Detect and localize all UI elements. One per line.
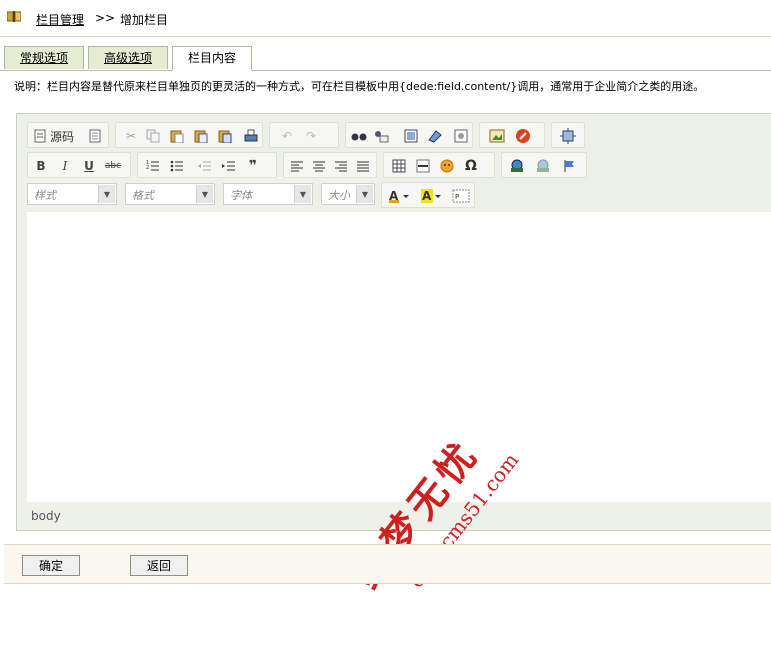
toolbar-row-1: 源码 ✂ ↶ ↷ [27, 122, 767, 148]
pagebreak-icon[interactable]: P [452, 187, 470, 205]
breadcrumb-parent-link[interactable]: 栏目管理 [36, 11, 84, 28]
book-icon [7, 11, 21, 22]
toolbar-group-maximize [551, 122, 585, 148]
chevron-down-icon: ▼ [196, 185, 213, 203]
toolbar-group-clipboard: ✂ [115, 122, 263, 148]
toolbar-group-find [345, 122, 473, 148]
toolbar-group-source: 源码 [27, 122, 109, 148]
smiley-icon[interactable] [438, 157, 456, 175]
font-placeholder: 字体 [230, 189, 252, 202]
ordered-list-icon[interactable]: 12 [144, 157, 162, 175]
align-left-icon[interactable] [288, 157, 306, 175]
breadcrumb-separator: >> [95, 11, 116, 25]
svg-text:2: 2 [146, 165, 149, 171]
unordered-list-icon[interactable] [168, 157, 186, 175]
link-icon[interactable] [508, 157, 526, 175]
editor-toolbar: 源码 ✂ ↶ ↷ B I U abc 1 2 ❞ Ω 样式 ▼ 格式 ▼ 字体 … [17, 114, 771, 210]
svg-text:P: P [455, 193, 459, 201]
paste-word-icon[interactable] [216, 127, 234, 145]
special-char-icon[interactable]: Ω [462, 157, 480, 175]
copy-icon[interactable] [144, 127, 162, 145]
italic-icon[interactable]: I [56, 157, 74, 175]
tab-content[interactable]: 栏目内容 [172, 46, 252, 71]
strike-icon[interactable]: abc [104, 157, 122, 175]
flash-icon[interactable] [514, 127, 532, 145]
paste-text-icon[interactable] [192, 127, 210, 145]
undo-icon[interactable]: ↶ [278, 127, 296, 145]
image-icon[interactable] [488, 127, 506, 145]
tab-advanced[interactable]: 高级选项 [88, 46, 168, 69]
toolbar-group-align [283, 152, 377, 178]
chevron-down-icon: ▼ [294, 185, 311, 203]
tab-general[interactable]: 常规选项 [4, 46, 84, 69]
font-select[interactable]: 字体 ▼ [223, 183, 313, 205]
blockquote-icon[interactable]: ❞ [244, 157, 262, 175]
size-select[interactable]: 大小 ▼ [321, 183, 375, 205]
toolbar-group-text-style: B I U abc [27, 152, 131, 178]
align-center-icon[interactable] [310, 157, 328, 175]
svg-text:A: A [422, 189, 432, 203]
editor-content-area[interactable]: 织梦无忧 dedecms51.com [27, 212, 771, 597]
toolbar-group-history: ↶ ↷ [269, 122, 339, 148]
toolbar-group-objects: Ω [383, 152, 495, 178]
replace-icon[interactable] [372, 127, 390, 145]
bold-icon[interactable]: B [32, 157, 50, 175]
bg-color-icon[interactable]: A [420, 187, 444, 205]
breadcrumb-current: 增加栏目 [120, 13, 169, 27]
unlink-icon[interactable] [534, 157, 552, 175]
template-icon[interactable] [452, 127, 470, 145]
source-label: 源码 [50, 129, 75, 144]
form-actions: 确定 返回 [4, 544, 771, 584]
chevron-down-icon: ▼ [356, 185, 373, 203]
tab-bar: 常规选项 高级选项 栏目内容 [0, 46, 771, 71]
element-path[interactable]: body [31, 509, 61, 523]
back-button[interactable]: 返回 [130, 555, 188, 576]
style-select[interactable]: 样式 ▼ [27, 183, 117, 205]
indent-icon[interactable] [220, 157, 238, 175]
rich-text-editor: 源码 ✂ ↶ ↷ B I U abc 1 2 ❞ Ω 样式 ▼ 格式 ▼ 字体 … [16, 113, 771, 597]
editor-statusbar: body [17, 504, 771, 530]
horizontal-rule-icon[interactable] [414, 157, 432, 175]
toolbar-group-insert [479, 122, 545, 148]
toolbar-group-lists: 12 ❞ [137, 152, 277, 178]
outdent-icon[interactable] [196, 157, 214, 175]
align-right-icon[interactable] [332, 157, 350, 175]
breadcrumb: 栏目管理 >> 增加栏目 [0, 0, 771, 37]
description-note: 说明：栏目内容是替代原来栏目单独页的更灵活的一种方式，可在栏目模板中用{dede… [14, 80, 705, 93]
select-all-icon[interactable] [402, 127, 420, 145]
ok-button[interactable]: 确定 [22, 555, 80, 576]
cut-icon[interactable]: ✂ [122, 127, 140, 145]
text-color-icon[interactable]: A [388, 187, 412, 205]
anchor-icon[interactable] [560, 157, 578, 175]
style-placeholder: 样式 [34, 189, 56, 202]
source-icon [34, 129, 46, 143]
toolbar-row-3: 样式 ▼ 格式 ▼ 字体 ▼ 大小 ▼ A A P [27, 182, 767, 208]
justify-icon[interactable] [354, 157, 372, 175]
toolbar-row-2: B I U abc 12 ❞ Ω [27, 152, 767, 178]
toolbar-group-colors: A A P [381, 182, 475, 208]
size-placeholder: 大小 [328, 189, 350, 202]
table-icon[interactable] [390, 157, 408, 175]
underline-icon[interactable]: U [80, 157, 98, 175]
remove-format-icon[interactable] [426, 127, 444, 145]
toolbar-group-links [501, 152, 587, 178]
format-select[interactable]: 格式 ▼ [125, 183, 215, 205]
source-button[interactable]: 源码 [34, 127, 74, 145]
chevron-down-icon: ▼ [98, 185, 115, 203]
format-placeholder: 格式 [132, 189, 154, 202]
preview-icon[interactable] [86, 127, 104, 145]
paste-icon[interactable] [168, 127, 186, 145]
print-icon[interactable] [242, 127, 260, 145]
find-icon[interactable] [350, 127, 368, 145]
redo-icon[interactable]: ↷ [302, 127, 320, 145]
maximize-icon[interactable] [559, 127, 577, 145]
